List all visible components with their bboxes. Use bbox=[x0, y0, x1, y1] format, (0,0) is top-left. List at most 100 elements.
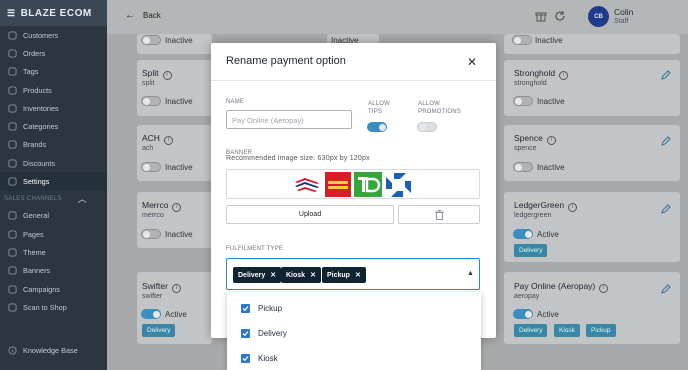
enable-toggle[interactable] bbox=[513, 229, 533, 239]
qr-icon bbox=[8, 303, 17, 312]
name-input[interactable]: Pay Online (Aeropay) bbox=[226, 110, 352, 129]
sidebar-item-label: Tags bbox=[23, 67, 39, 77]
payment-name: Spence i bbox=[514, 133, 556, 145]
payment-name: Stronghold i bbox=[514, 68, 569, 80]
sidebar-item-label: Discounts bbox=[23, 158, 56, 168]
delete-banner-button[interactable] bbox=[398, 205, 480, 224]
sidebar-item-customers[interactable]: Customers bbox=[0, 26, 107, 44]
toggle-label: Active bbox=[165, 310, 187, 319]
upload-button[interactable]: Upload bbox=[226, 205, 394, 224]
hamburger-icon[interactable]: ☰ bbox=[7, 8, 16, 19]
info-icon bbox=[8, 346, 17, 355]
sidebar-item-products[interactable]: Products bbox=[0, 81, 107, 99]
remove-chip-icon[interactable]: ✕ bbox=[310, 271, 316, 279]
fulfilment-badge: Kiosk bbox=[554, 324, 580, 337]
fulfilment-type-select[interactable]: Delivery ✕ Kiosk ✕ Pickup ✕ ▲ bbox=[226, 258, 480, 290]
card-top-left: Inactive bbox=[137, 34, 212, 54]
modal-title: Rename payment option bbox=[226, 55, 346, 67]
enable-toggle[interactable] bbox=[141, 35, 161, 45]
enable-toggle[interactable] bbox=[512, 35, 532, 45]
option-kiosk[interactable]: Kiosk bbox=[241, 351, 278, 365]
checkbox-checked-icon[interactable] bbox=[241, 353, 250, 363]
sidebar-item-categories[interactable]: Categories bbox=[0, 117, 107, 135]
cart-icon bbox=[8, 49, 17, 58]
sales-channels-header[interactable]: SALES CHANNELS ︿ bbox=[0, 191, 107, 207]
info-icon: i bbox=[172, 202, 182, 212]
avatar[interactable]: CB bbox=[588, 6, 609, 27]
payment-key: stronghold bbox=[514, 80, 547, 87]
sidebar-item-theme[interactable]: Theme bbox=[0, 243, 107, 261]
arrow-left-icon: ← bbox=[125, 10, 135, 21]
allow-tips-toggle[interactable] bbox=[367, 122, 387, 132]
tag-icon bbox=[8, 67, 17, 76]
remove-chip-icon[interactable]: ✕ bbox=[355, 271, 361, 279]
sidebar-item-label: Inventories bbox=[23, 103, 59, 113]
enable-toggle[interactable] bbox=[141, 309, 161, 319]
edit-icon[interactable] bbox=[661, 204, 671, 214]
edit-icon[interactable] bbox=[661, 136, 671, 146]
option-pickup[interactable]: Pickup bbox=[241, 301, 282, 315]
brand-logo[interactable]: ☰ BLAZE ECOM bbox=[0, 0, 107, 26]
enable-toggle[interactable] bbox=[513, 162, 533, 172]
enable-toggle[interactable] bbox=[141, 96, 161, 106]
edit-icon[interactable] bbox=[661, 284, 671, 294]
enable-toggle[interactable] bbox=[513, 309, 533, 319]
back-button[interactable]: ← Back bbox=[125, 10, 161, 21]
user-role: Staff bbox=[614, 18, 629, 25]
fulfilment-badge: Delivery bbox=[142, 324, 176, 337]
info-icon: i bbox=[162, 70, 172, 80]
payment-name: Split i bbox=[142, 68, 172, 80]
fulfilment-dropdown: Pickup Delivery Kiosk bbox=[227, 292, 481, 370]
chip-delivery: Delivery ✕ bbox=[233, 267, 282, 283]
sidebar-item-pages[interactable]: Pages bbox=[0, 225, 107, 243]
card-aeropay: Pay Online (Aeropay) i aeropay Active Del… bbox=[504, 272, 680, 344]
remove-chip-icon[interactable]: ✕ bbox=[270, 271, 276, 279]
chip-kiosk: Kiosk ✕ bbox=[281, 267, 321, 283]
sidebar-item-orders[interactable]: Orders bbox=[0, 44, 107, 62]
fulfilment-type-label: FULFILMENT TYPE bbox=[226, 246, 284, 252]
enable-toggle[interactable] bbox=[513, 96, 533, 106]
payment-key: spence bbox=[514, 145, 537, 152]
payment-key: swifter bbox=[142, 293, 163, 300]
name-label: NAME bbox=[226, 99, 245, 105]
sidebar-item-brands[interactable]: Brands bbox=[0, 136, 107, 154]
store-icon bbox=[8, 211, 17, 220]
card-merrco: Merrco i merrco Inactive bbox=[137, 192, 212, 248]
card-swifter: Swifter i swifter Active Delivery bbox=[137, 272, 212, 344]
enable-toggle[interactable] bbox=[141, 162, 161, 172]
close-icon[interactable]: ✕ bbox=[467, 55, 477, 69]
toggle-label: Inactive bbox=[165, 36, 193, 45]
sidebar-item-banners[interactable]: Banners bbox=[0, 262, 107, 280]
sidebar-item-inventories[interactable]: Inventories bbox=[0, 99, 107, 117]
caret-up-icon[interactable]: ▲ bbox=[467, 270, 474, 277]
bell-icon bbox=[8, 284, 17, 294]
allow-promotions-toggle[interactable] bbox=[417, 122, 437, 132]
sidebar-item-knowledge-base[interactable]: Knowledge Base bbox=[0, 341, 107, 359]
brand-name: BLAZE ECOM bbox=[20, 7, 92, 19]
banner-preview[interactable] bbox=[226, 169, 480, 199]
option-delivery[interactable]: Delivery bbox=[241, 326, 287, 340]
divider bbox=[211, 80, 496, 81]
sidebar-item-general[interactable]: General bbox=[0, 207, 107, 225]
gift-icon[interactable] bbox=[535, 10, 547, 22]
info-icon: i bbox=[163, 135, 173, 145]
sidebar-item-tags[interactable]: Tags bbox=[0, 63, 107, 81]
payment-name: LedgerGreen i bbox=[514, 200, 578, 212]
sidebar-item-scan-to-shop[interactable]: Scan to Shop bbox=[0, 298, 107, 316]
payment-key: ledgergreen bbox=[514, 212, 552, 219]
sidebar-item-label: Brands bbox=[23, 140, 47, 150]
sidebar: ☰ BLAZE ECOM Customers Orders Tags Products… bbox=[0, 0, 107, 370]
sidebar-item-settings[interactable]: Settings bbox=[0, 172, 107, 191]
edit-icon[interactable] bbox=[661, 70, 671, 80]
checkbox-checked-icon[interactable] bbox=[241, 328, 250, 338]
enable-toggle[interactable] bbox=[141, 229, 161, 239]
bank-of-america-logo bbox=[295, 178, 319, 192]
toggle-label: Inactive bbox=[537, 163, 565, 172]
sidebar-item-campaigns[interactable]: Campaigns bbox=[0, 280, 107, 298]
checkbox-checked-icon[interactable] bbox=[241, 303, 250, 313]
td-logo bbox=[354, 172, 382, 197]
refresh-icon[interactable] bbox=[554, 10, 566, 22]
sidebar-item-discounts[interactable]: Discounts bbox=[0, 154, 107, 172]
banner-hint: Recommended image size: 630px by 120px bbox=[226, 155, 370, 162]
sidebar-item-label: Categories bbox=[23, 122, 59, 132]
